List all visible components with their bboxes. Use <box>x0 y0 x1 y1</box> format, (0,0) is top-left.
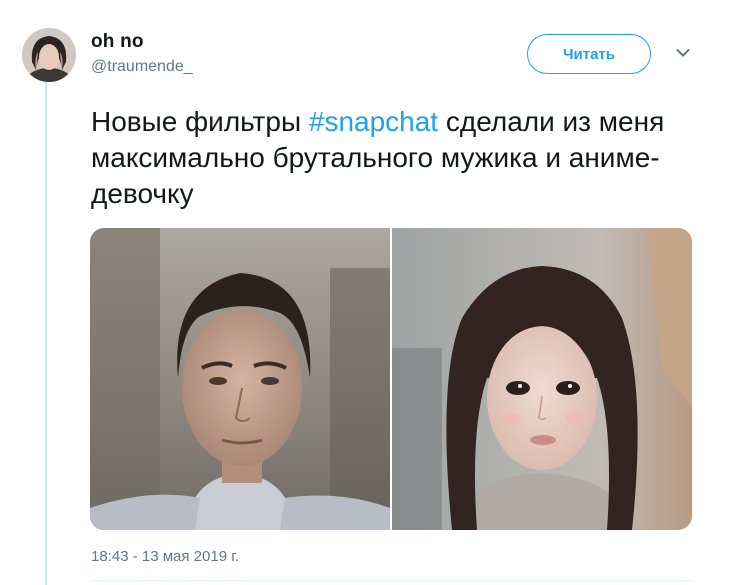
thread-line <box>45 82 47 585</box>
photo-anime-filter[interactable] <box>392 228 692 530</box>
user-name[interactable]: oh no <box>91 31 144 53</box>
photo-male-filter[interactable] <box>90 228 390 530</box>
user-handle[interactable]: @traumende_ <box>91 58 193 76</box>
chevron-down-icon[interactable] <box>676 48 690 58</box>
tweet-text: Новые фильтры #snapchat сделали из меня … <box>91 104 701 212</box>
timestamp-link[interactable]: 18:43 - 13 мая 2019 г. <box>91 548 239 565</box>
hashtag-link[interactable]: #snapchat <box>309 106 438 137</box>
media-grid <box>90 228 692 530</box>
divider <box>91 580 693 581</box>
avatar-image <box>22 28 76 82</box>
avatar[interactable] <box>22 28 76 82</box>
follow-button[interactable]: Читать <box>527 34 651 74</box>
tweet-text-start: Новые фильтры <box>91 106 309 137</box>
